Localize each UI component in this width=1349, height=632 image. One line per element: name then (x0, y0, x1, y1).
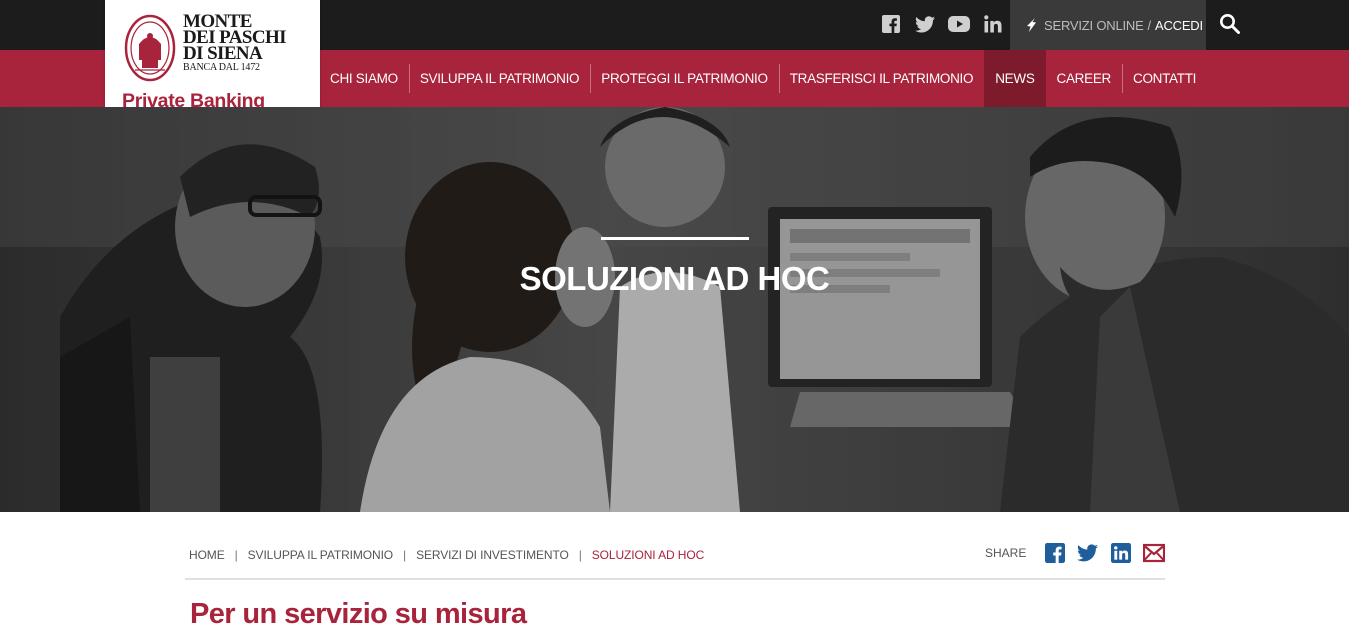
breadcrumb-current: SOLUZIONI AD HOC (591, 548, 705, 562)
nav-item-label: CAREER (1056, 71, 1112, 86)
nav-item-label: SVILUPPA IL PATRIMONIO (419, 71, 580, 86)
nav-item-contatti[interactable]: CONTATTI (1122, 50, 1207, 107)
youtube-icon[interactable] (942, 13, 976, 35)
breadcrumb-servizi-di-investimento[interactable]: SERVIZI DI INVESTIMENTO (416, 548, 569, 562)
breadcrumb-home[interactable]: HOME (189, 548, 225, 562)
twitter-icon[interactable] (1071, 541, 1104, 565)
nav-item-news[interactable]: NEWS (984, 50, 1046, 107)
nav-item-chi-siamo[interactable]: CHI SIAMO (319, 50, 409, 107)
hero-image (0, 107, 1349, 512)
breadcrumb: HOME | SVILUPPA IL PATRIMONIO | SERVIZI … (189, 548, 704, 562)
facebook-icon[interactable] (1038, 541, 1071, 565)
hero-title: SOLUZIONI AD HOC (519, 260, 830, 297)
linkedin-icon[interactable] (1104, 541, 1137, 565)
breadcrumb-separator: | (578, 548, 582, 562)
section-heading: Per un servizio su misura (190, 598, 527, 630)
bank-name-line3: DI SIENA (183, 43, 263, 64)
email-icon[interactable] (1137, 541, 1170, 565)
breadcrumb-separator: | (234, 548, 238, 562)
search-icon[interactable] (1219, 13, 1241, 35)
breadcrumb-divider (185, 578, 1165, 580)
hero-banner: SOLUZIONI AD HOC (0, 107, 1349, 512)
facebook-icon[interactable] (874, 13, 908, 35)
bank-name: MONTE DEI PASCHI DI SIENA BANCA DAL 1472 (183, 12, 287, 74)
breadcrumb-separator: | (403, 548, 407, 562)
accedi-label: ACCEDI (1154, 17, 1203, 33)
main-nav: CHI SIAMO SVILUPPA IL PATRIMONIO PROTEGG… (319, 50, 1207, 107)
nav-item-trasferisci-il-patrimonio[interactable]: TRASFERISCI IL PATRIMONIO (778, 50, 985, 107)
cursor-arrow-icon (1027, 18, 1036, 32)
bank-seal-icon (124, 14, 176, 82)
online-services-button[interactable]: SERVIZI ONLINE / ACCEDI (1010, 0, 1206, 50)
bank-since: BANCA DAL 1472 (183, 62, 260, 73)
nav-item-label: CONTATTI (1133, 71, 1197, 86)
servizi-separator: / (1147, 17, 1152, 33)
servizi-online-label: SERVIZI ONLINE (1044, 17, 1144, 33)
nav-item-label: NEWS (995, 71, 1035, 86)
share-bar: SHARE (985, 541, 1170, 565)
twitter-icon[interactable] (908, 13, 942, 35)
nav-item-proteggi-il-patrimonio[interactable]: PROTEGGI IL PATRIMONIO (590, 50, 778, 107)
nav-item-label: TRASFERISCI IL PATRIMONIO (789, 71, 974, 86)
nav-item-career[interactable]: CAREER (1046, 50, 1122, 107)
share-label: SHARE (985, 546, 1027, 560)
social-links (874, 13, 1010, 35)
nav-item-sviluppa-il-patrimonio[interactable]: SVILUPPA IL PATRIMONIO (408, 50, 590, 107)
hero-title-rule (601, 237, 749, 240)
breadcrumb-sviluppa-il-patrimonio[interactable]: SVILUPPA IL PATRIMONIO (248, 548, 394, 562)
nav-item-label: PROTEGGI IL PATRIMONIO (601, 71, 768, 86)
linkedin-icon[interactable] (976, 13, 1010, 35)
nav-item-label: CHI SIAMO (330, 71, 398, 86)
